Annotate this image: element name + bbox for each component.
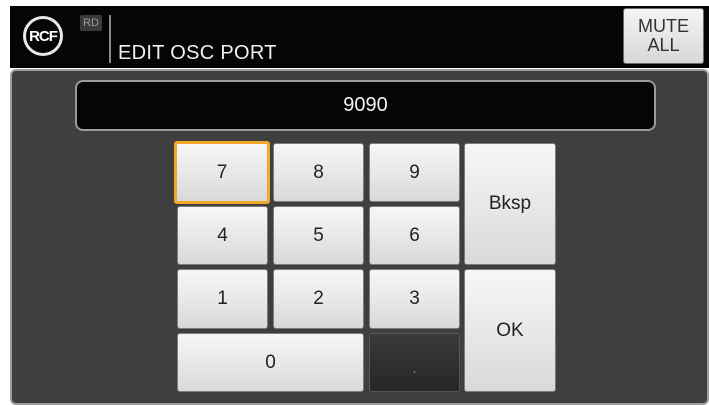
key-5[interactable]: 5	[273, 206, 364, 265]
key-0[interactable]: 0	[177, 333, 364, 392]
rcf-logo: RCF	[23, 16, 63, 56]
mute-all-label-line2: ALL	[647, 35, 680, 55]
key-6[interactable]: 6	[369, 206, 460, 265]
mute-all-label-line1: MUTE	[638, 16, 689, 36]
key-2[interactable]: 2	[273, 269, 364, 329]
decimal-point-key[interactable]: .	[369, 333, 460, 392]
model-badge: RD	[80, 15, 102, 31]
key-7[interactable]: 7	[174, 141, 270, 204]
key-3[interactable]: 3	[369, 269, 460, 329]
key-4[interactable]: 4	[177, 206, 268, 265]
decimal-point-label: .	[412, 359, 417, 377]
key-8[interactable]: 8	[273, 143, 364, 202]
ok-key[interactable]: OK	[464, 269, 556, 392]
page-title: EDIT OSC PORT	[118, 42, 277, 64]
header-divider	[109, 15, 111, 63]
backspace-key[interactable]: Bksp	[464, 143, 556, 265]
key-9[interactable]: 9	[369, 143, 460, 202]
key-1[interactable]: 1	[177, 269, 268, 329]
osc-port-value-field[interactable]: 9090	[75, 80, 656, 131]
header-bar: RCF RD EDIT OSC PORT MUTE ALL	[10, 6, 709, 68]
mute-all-button[interactable]: MUTE ALL	[623, 8, 704, 64]
device-screen: RCF RD EDIT OSC PORT MUTE ALL 9090 7 8 9…	[0, 0, 709, 405]
